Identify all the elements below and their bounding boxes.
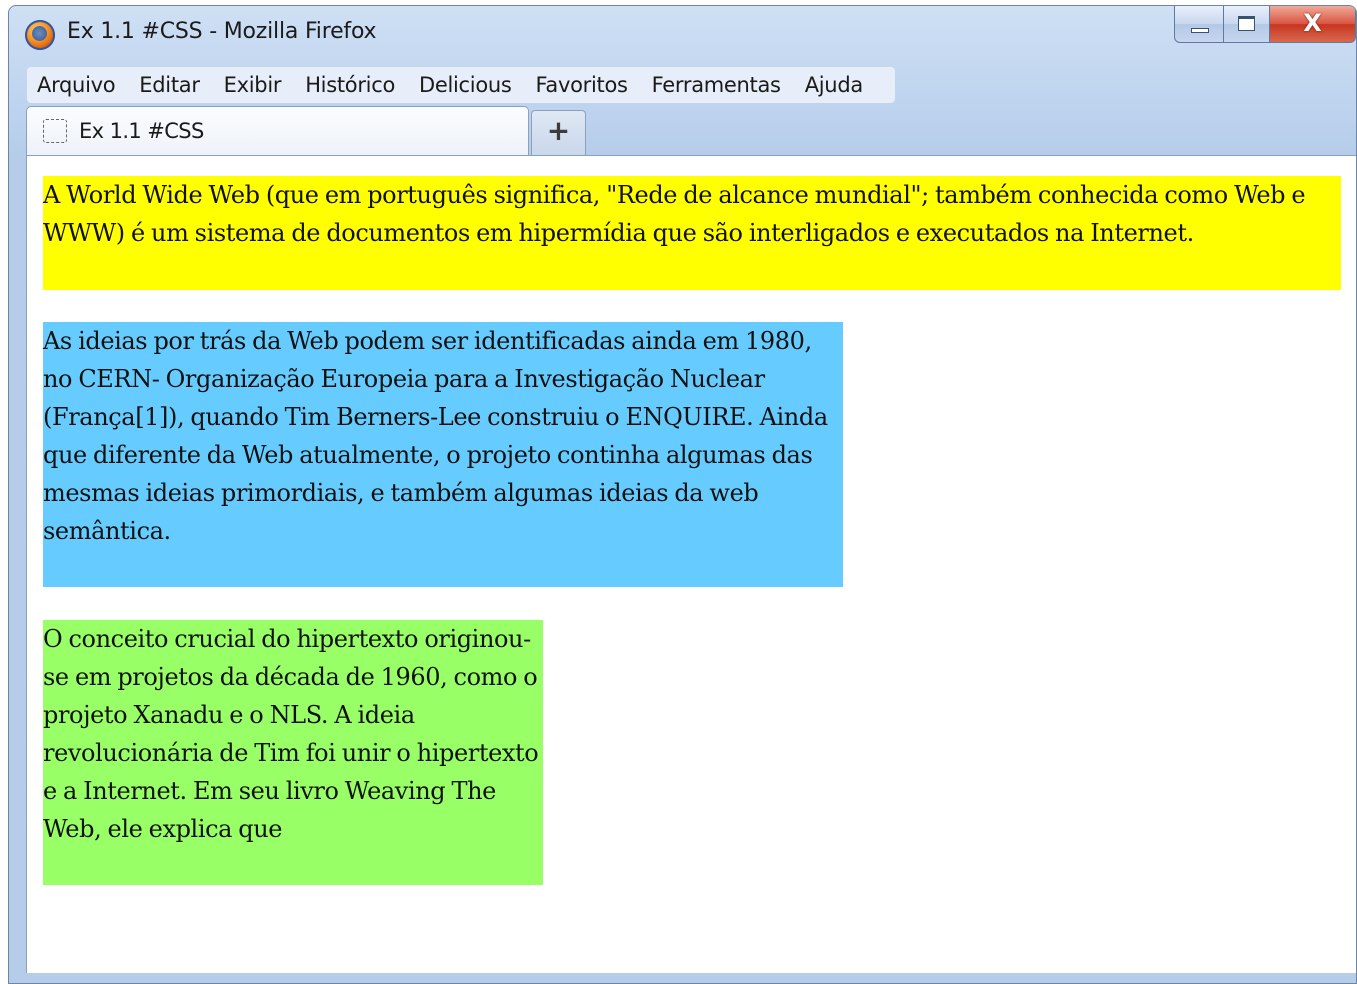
menu-exibir[interactable]: Exibir: [224, 73, 282, 97]
minimize-button[interactable]: [1174, 6, 1224, 43]
menu-arquivo[interactable]: Arquivo: [37, 73, 116, 97]
browser-window: Ex 1.1 #CSS - Mozilla Firefox X Arquivo …: [8, 5, 1357, 984]
title-bar[interactable]: Ex 1.1 #CSS - Mozilla Firefox X: [9, 6, 1356, 61]
window-controls: X: [1174, 6, 1356, 45]
new-tab-button[interactable]: +: [531, 110, 586, 155]
menu-ferramentas[interactable]: Ferramentas: [652, 73, 781, 97]
blank-page-icon: [43, 119, 67, 143]
paragraph-blue: As ideias por trás da Web podem ser iden…: [43, 322, 843, 587]
maximize-icon: [1238, 16, 1255, 31]
close-button[interactable]: X: [1270, 6, 1356, 43]
tab-ex-1-1-css[interactable]: Ex 1.1 #CSS: [26, 106, 529, 155]
paragraph-green: O conceito crucial do hipertexto origino…: [43, 620, 543, 885]
menu-favoritos[interactable]: Favoritos: [536, 73, 628, 97]
tab-label: Ex 1.1 #CSS: [79, 119, 204, 143]
menu-ajuda[interactable]: Ajuda: [805, 73, 864, 97]
tab-strip: Ex 1.1 #CSS +: [26, 105, 1356, 155]
window-title: Ex 1.1 #CSS - Mozilla Firefox: [67, 19, 377, 44]
firefox-icon[interactable]: [25, 20, 55, 50]
page-content[interactable]: A World Wide Web (que em português signi…: [26, 155, 1356, 973]
menu-delicious[interactable]: Delicious: [419, 73, 512, 97]
menu-bar: Arquivo Editar Exibir Histórico Deliciou…: [27, 67, 895, 103]
menu-editar[interactable]: Editar: [139, 73, 200, 97]
menu-historico[interactable]: Histórico: [305, 73, 395, 97]
minimize-icon: [1191, 28, 1209, 33]
maximize-button[interactable]: [1224, 6, 1270, 43]
close-icon: X: [1303, 9, 1322, 37]
paragraph-yellow: A World Wide Web (que em português signi…: [43, 176, 1341, 290]
